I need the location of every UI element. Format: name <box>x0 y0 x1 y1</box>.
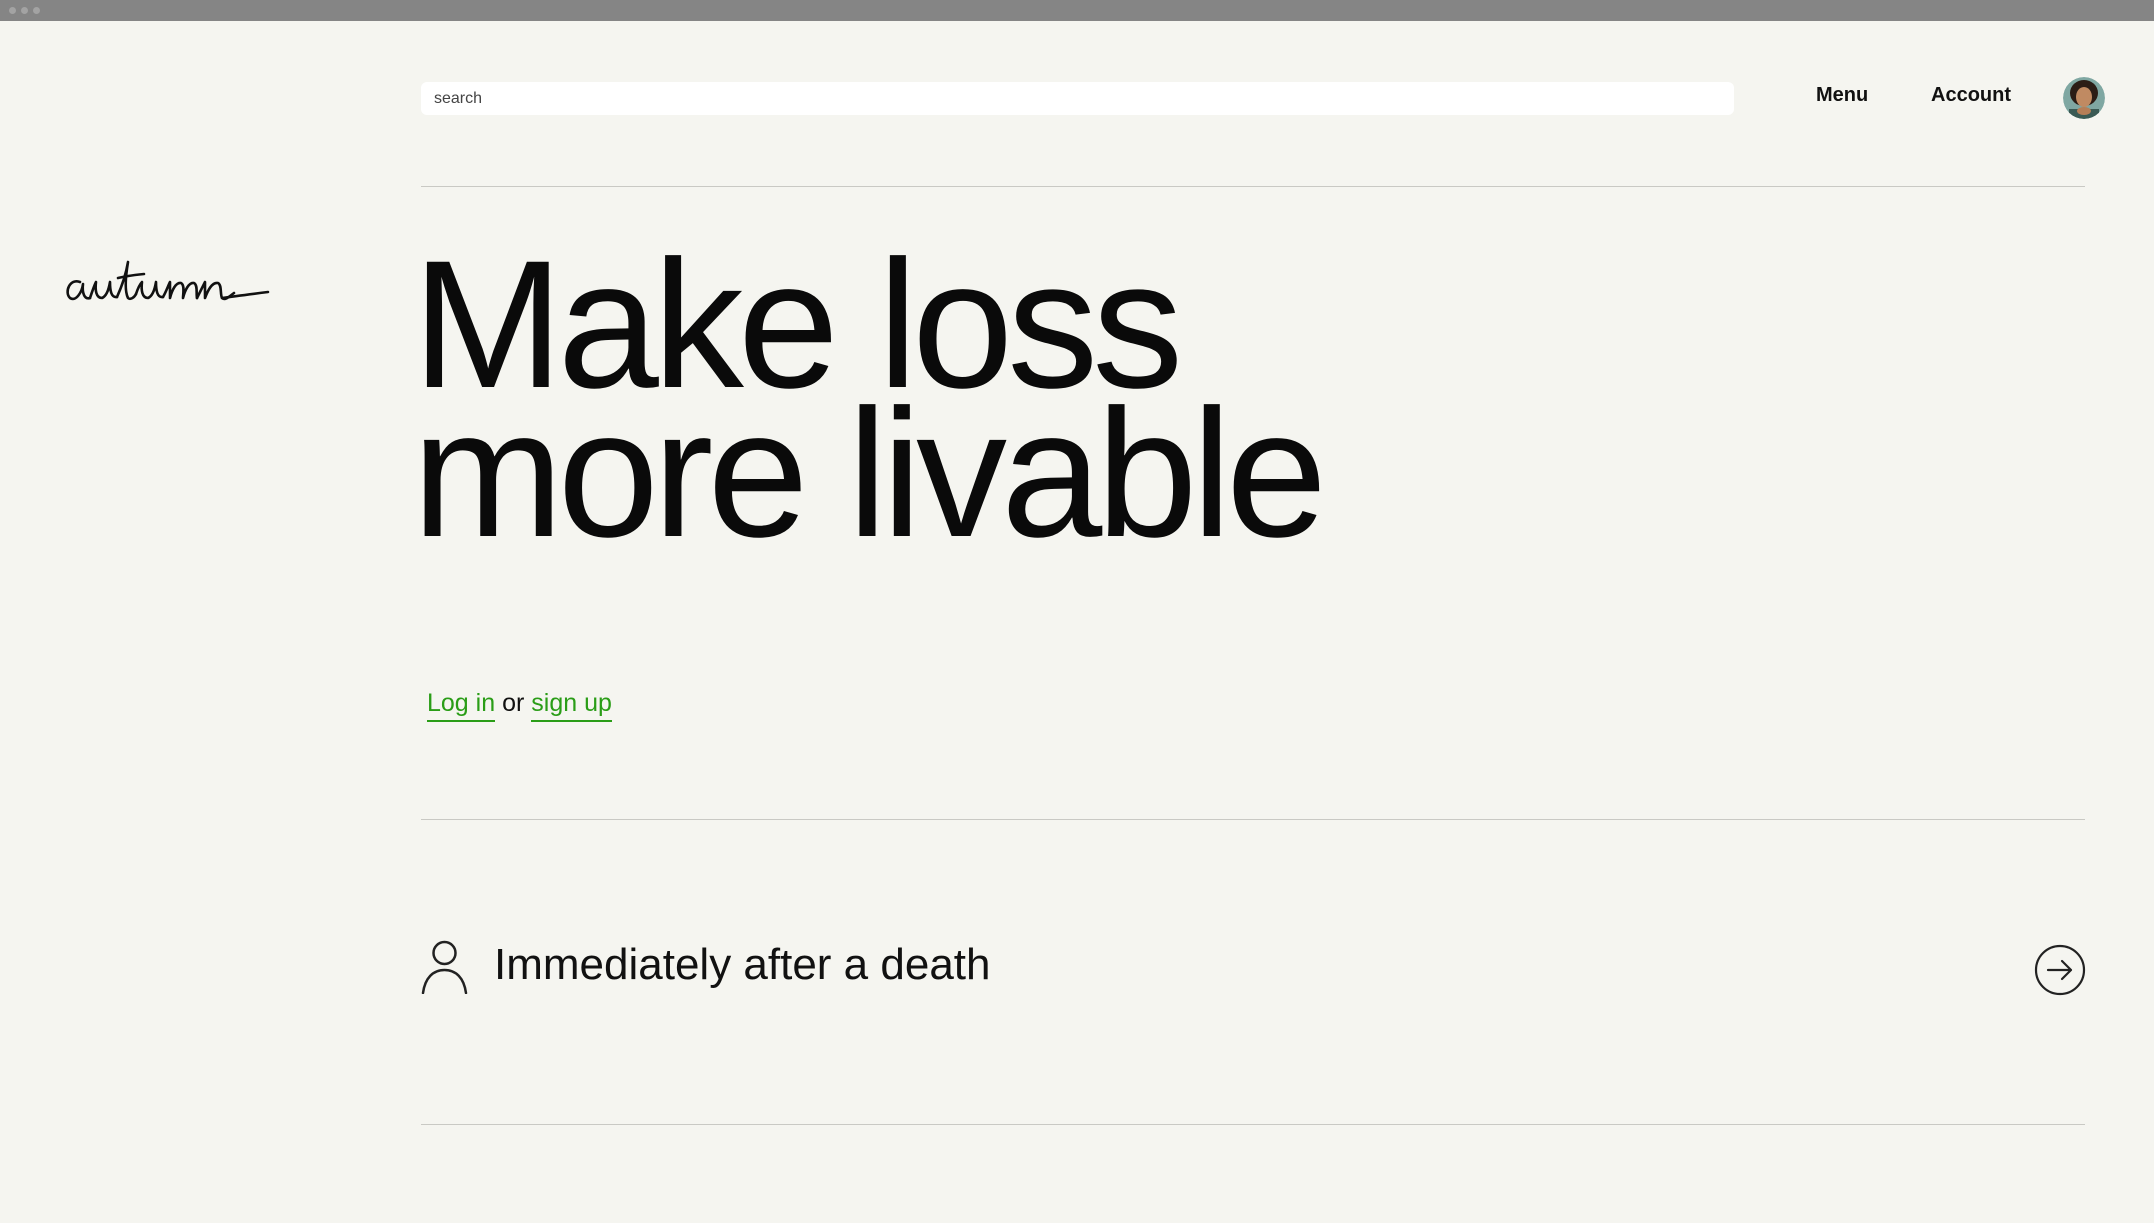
header-divider <box>421 186 2085 187</box>
avatar-image <box>2063 77 2105 119</box>
hero-headline: Make loss more livable <box>412 233 1327 575</box>
window-close-dot[interactable] <box>9 7 16 14</box>
person-icon <box>421 940 468 994</box>
login-link[interactable]: Log in <box>427 689 496 722</box>
menu-link[interactable]: Menu <box>1816 84 1868 107</box>
signup-link[interactable]: sign up <box>531 689 612 722</box>
section-divider-bottom <box>421 1124 2085 1125</box>
section-divider-top <box>421 819 2085 820</box>
hero-line-2: more livable <box>412 371 1327 575</box>
section-label: Immediately after a death <box>494 940 991 989</box>
section-immediately-after-death[interactable]: Immediately after a death <box>421 930 2086 1010</box>
auth-prompt: Log in or sign up <box>427 689 612 722</box>
window-title-bar <box>0 0 2154 21</box>
auth-or-text: or <box>502 689 525 717</box>
arrow-right-circle-icon[interactable] <box>2034 944 2086 996</box>
search-bar[interactable] <box>421 82 1734 115</box>
account-link[interactable]: Account <box>1931 84 2011 107</box>
window-minimize-dot[interactable] <box>21 7 28 14</box>
window-zoom-dot[interactable] <box>33 7 40 14</box>
autumn-logo[interactable]: autumn <box>62 238 282 318</box>
search-input[interactable] <box>432 88 1723 109</box>
avatar[interactable] <box>2063 77 2105 119</box>
